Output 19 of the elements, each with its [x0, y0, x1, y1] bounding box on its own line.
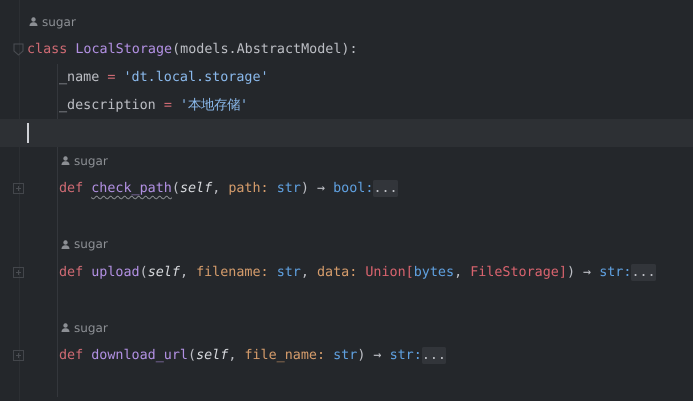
code-line: _name = 'dt.local.storage' — [59, 70, 269, 85]
text-caret — [27, 123, 29, 143]
fold-icon[interactable] — [13, 43, 24, 56]
code-line: def upload(self, filename: str, data: Union[bytes, FileStorage]) → str:... — [59, 264, 656, 280]
code-line: class LocalStorage(models.AbstractModel): — [27, 42, 358, 58]
author-hint[interactable]: sugar — [29, 14, 76, 29]
author-hint[interactable]: sugar — [61, 320, 108, 335]
user-icon — [61, 323, 70, 332]
user-icon — [61, 156, 70, 166]
expand-icon[interactable] — [13, 183, 24, 194]
user-icon — [61, 240, 70, 249]
expand-icon[interactable] — [13, 266, 24, 278]
author-hint[interactable]: sugar — [61, 154, 108, 168]
code-line: _description = '本地存储' — [59, 96, 248, 114]
code-line: def download_url(self, file_name: str) → str:... — [59, 348, 446, 363]
expand-icon[interactable] — [13, 350, 24, 361]
author-hint[interactable]: sugar — [61, 237, 108, 252]
user-icon — [29, 17, 38, 26]
code-line: def check_path(self, path: str) → bool:... — [59, 181, 398, 196]
